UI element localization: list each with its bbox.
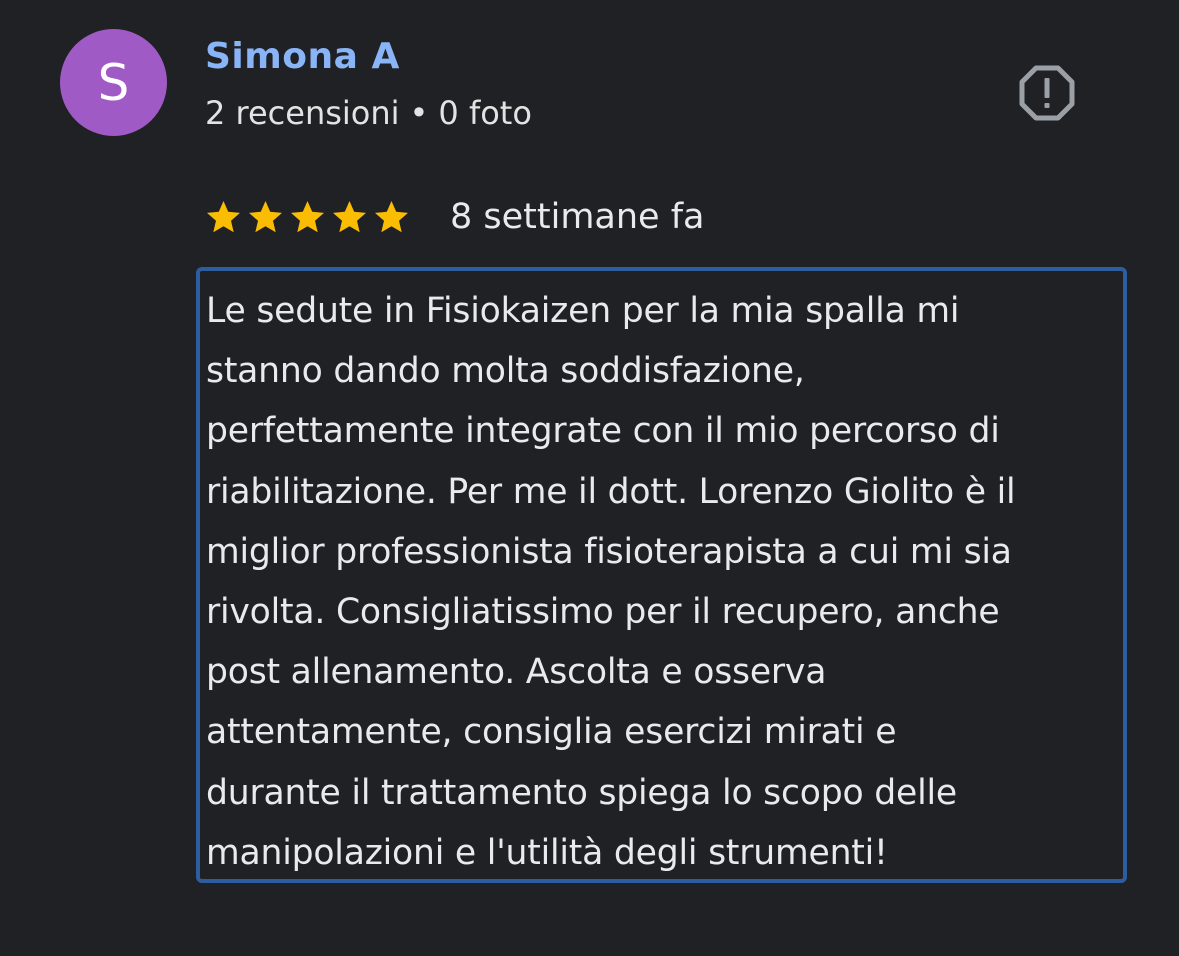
rating-row: 8 settimane fa <box>205 192 705 242</box>
avatar-letter: S <box>97 53 130 112</box>
star-icon <box>205 199 242 236</box>
reviewer-name[interactable]: Simona A <box>205 33 400 81</box>
review-text: Le sedute in Fisiokaizen per la mia spal… <box>206 291 1016 873</box>
star-icon <box>331 199 368 236</box>
review-text-box[interactable]: Le sedute in Fisiokaizen per la mia spal… <box>196 267 1127 883</box>
reviews-count: 2 recensioni <box>205 94 400 132</box>
review-time: 8 settimane fa <box>450 197 705 237</box>
star-rating <box>205 199 415 236</box>
avatar[interactable]: S <box>60 29 167 136</box>
photos-count: 0 foto <box>438 94 532 132</box>
reviewer-meta: 2 recensioni • 0 foto <box>205 91 532 135</box>
star-icon <box>373 199 410 236</box>
meta-separator: • <box>409 94 429 132</box>
star-icon <box>289 199 326 236</box>
report-icon[interactable] <box>1018 64 1076 122</box>
star-icon <box>247 199 284 236</box>
